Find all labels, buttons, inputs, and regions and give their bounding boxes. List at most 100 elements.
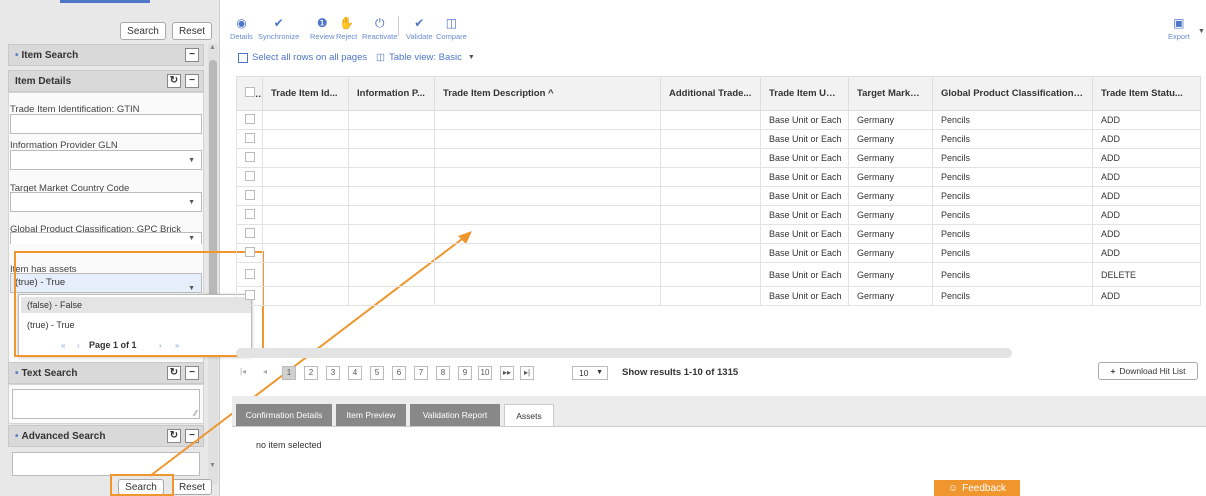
target-market-select[interactable]: ▼ bbox=[10, 192, 202, 212]
last-page-icon[interactable]: ▸| bbox=[520, 366, 534, 380]
tab-validation-report[interactable]: Validation Report bbox=[410, 404, 500, 426]
horizontal-scrollbar[interactable] bbox=[236, 348, 1012, 358]
page-button[interactable]: 2 bbox=[304, 366, 318, 380]
advanced-search-input[interactable] bbox=[12, 452, 200, 476]
advanced-search-header[interactable]: • Advanced Search ↻ − bbox=[8, 425, 204, 447]
row-checkbox[interactable] bbox=[236, 110, 263, 130]
gpc-brick-select[interactable]: ▼ bbox=[10, 232, 202, 244]
table-row[interactable]: Base Unit or Each Germany Pencils ADD bbox=[236, 110, 1201, 130]
select-all-option[interactable]: Select all rows on all pages bbox=[238, 52, 367, 63]
checkbox-icon[interactable] bbox=[245, 228, 255, 238]
col-header-additional-trade[interactable]: Additional Trade... bbox=[660, 76, 761, 111]
col-header-description[interactable]: Trade Item Description ^ bbox=[434, 76, 661, 111]
checkbox-icon[interactable] bbox=[238, 52, 248, 63]
col-header-trade-item-id[interactable]: Trade Item Id... bbox=[262, 76, 349, 111]
scroll-down-icon[interactable]: ▼ bbox=[209, 462, 216, 469]
table-row[interactable]: Base Unit or Each Germany Pencils ADD bbox=[236, 186, 1201, 206]
checkbox-icon[interactable] bbox=[245, 209, 255, 219]
select-all-checkbox[interactable] bbox=[236, 76, 263, 111]
page-button[interactable]: 6 bbox=[392, 366, 406, 380]
page-button[interactable]: 5 bbox=[370, 366, 384, 380]
search-button-top[interactable]: Search bbox=[120, 22, 166, 40]
col-header-target-market[interactable]: Target Market ... bbox=[848, 76, 933, 111]
page-size-select[interactable]: 10 ▼ bbox=[572, 366, 608, 380]
table-row[interactable]: Base Unit or Each Germany Pencils DELETE bbox=[236, 262, 1201, 287]
row-checkbox[interactable] bbox=[236, 262, 263, 287]
col-header-gpc[interactable]: Global Product Classification: ... bbox=[932, 76, 1093, 111]
text-search-header[interactable]: • Text Search ↻ − bbox=[8, 362, 204, 384]
checkbox-icon[interactable] bbox=[245, 290, 255, 300]
table-cell: Germany bbox=[848, 224, 933, 244]
reactivate-button[interactable]: ⏻ Reactivate bbox=[362, 14, 397, 48]
reset-icon[interactable]: ↻ bbox=[167, 366, 181, 380]
validate-button[interactable]: ✔ Validate bbox=[406, 14, 433, 48]
row-checkbox[interactable] bbox=[236, 167, 263, 187]
page-button[interactable]: 9 bbox=[458, 366, 472, 380]
prev-page-icon[interactable]: ◂ bbox=[258, 366, 272, 380]
checkbox-icon[interactable] bbox=[245, 133, 255, 143]
text-search-input[interactable]: ⁄⁄ bbox=[12, 389, 200, 419]
row-checkbox[interactable] bbox=[236, 186, 263, 206]
resize-handle-icon[interactable]: ⁄⁄ bbox=[194, 409, 197, 418]
page-button[interactable]: 7 bbox=[414, 366, 428, 380]
scroll-up-icon[interactable]: ▲ bbox=[209, 44, 216, 51]
table-cell bbox=[262, 286, 349, 306]
table-row[interactable]: Base Unit or Each Germany Pencils ADD bbox=[236, 205, 1201, 225]
tab-item-preview[interactable]: Item Preview bbox=[336, 404, 406, 426]
table-row[interactable]: Base Unit or Each Germany Pencils ADD bbox=[236, 148, 1201, 168]
col-header-trade-item-unit[interactable]: Trade Item Uni... bbox=[760, 76, 849, 111]
synchronize-button[interactable]: ✔ Synchronize bbox=[258, 14, 299, 48]
reset-button-top[interactable]: Reset bbox=[172, 22, 212, 40]
table-row[interactable]: Base Unit or Each Germany Pencils ADD bbox=[236, 224, 1201, 244]
col-header-status[interactable]: Trade Item Statu... bbox=[1092, 76, 1201, 111]
checkbox-icon[interactable] bbox=[245, 152, 255, 162]
page-button[interactable]: 10 bbox=[478, 366, 492, 380]
tab-confirmation-details[interactable]: Confirmation Details bbox=[236, 404, 332, 426]
row-checkbox[interactable] bbox=[236, 224, 263, 244]
review-button[interactable]: ❶ Review bbox=[310, 14, 335, 48]
checkbox-icon[interactable] bbox=[245, 171, 255, 181]
feedback-button[interactable]: ☺ Feedback bbox=[934, 480, 1020, 496]
table-row[interactable]: Base Unit or Each Germany Pencils ADD bbox=[236, 243, 1201, 263]
table-view-select[interactable]: ◫ Table view: Basic ▼ bbox=[376, 52, 475, 63]
collapse-icon[interactable]: − bbox=[185, 366, 199, 380]
reject-button[interactable]: ✋ Reject bbox=[336, 14, 357, 48]
checkbox-icon[interactable] bbox=[245, 268, 255, 279]
item-search-header[interactable]: • Item Search − bbox=[8, 44, 204, 66]
row-checkbox[interactable] bbox=[236, 129, 263, 149]
checkbox-icon[interactable] bbox=[245, 247, 255, 257]
first-page-icon[interactable]: |◂ bbox=[236, 366, 250, 380]
checkbox-icon[interactable] bbox=[245, 87, 255, 97]
row-checkbox[interactable] bbox=[236, 148, 263, 168]
chevron-down-icon[interactable]: ▼ bbox=[1198, 28, 1205, 35]
checkbox-icon[interactable] bbox=[245, 190, 255, 200]
collapse-icon[interactable]: − bbox=[185, 74, 199, 88]
page-button[interactable]: 3 bbox=[326, 366, 340, 380]
page-button[interactable]: 4 bbox=[348, 366, 362, 380]
reset-icon[interactable]: ↻ bbox=[167, 429, 181, 443]
collapse-icon[interactable]: − bbox=[185, 48, 199, 62]
gtin-input[interactable] bbox=[10, 114, 202, 134]
table-row[interactable]: Base Unit or Each Germany Pencils ADD bbox=[236, 286, 1201, 306]
gln-select[interactable]: ▼ bbox=[10, 150, 202, 170]
details-button[interactable]: ◉ Details bbox=[230, 14, 253, 48]
download-hit-list-button[interactable]: + Download Hit List bbox=[1098, 362, 1198, 380]
export-button[interactable]: ▣ Export bbox=[1168, 14, 1190, 48]
compare-button[interactable]: ◫ Compare bbox=[436, 14, 467, 48]
table-cell: Germany bbox=[848, 110, 933, 130]
table-row[interactable]: Base Unit or Each Germany Pencils ADD bbox=[236, 167, 1201, 187]
tab-assets[interactable]: Assets bbox=[504, 404, 554, 426]
collapse-icon[interactable]: − bbox=[185, 429, 199, 443]
item-details-header[interactable]: Item Details ↻ − bbox=[8, 70, 204, 92]
table-row[interactable]: Base Unit or Each Germany Pencils ADD bbox=[236, 129, 1201, 149]
reset-icon[interactable]: ↻ bbox=[167, 74, 181, 88]
checkbox-icon[interactable] bbox=[245, 114, 255, 124]
page-button[interactable]: 1 bbox=[282, 366, 296, 380]
col-header-information-provider[interactable]: Information P... bbox=[348, 76, 435, 111]
row-checkbox[interactable] bbox=[236, 205, 263, 225]
reset-button-bottom[interactable]: Reset bbox=[172, 479, 212, 495]
next-page-icon[interactable]: ▸▸ bbox=[500, 366, 514, 380]
page-button[interactable]: 8 bbox=[436, 366, 450, 380]
row-checkbox[interactable] bbox=[236, 243, 263, 263]
row-checkbox[interactable] bbox=[236, 286, 263, 306]
